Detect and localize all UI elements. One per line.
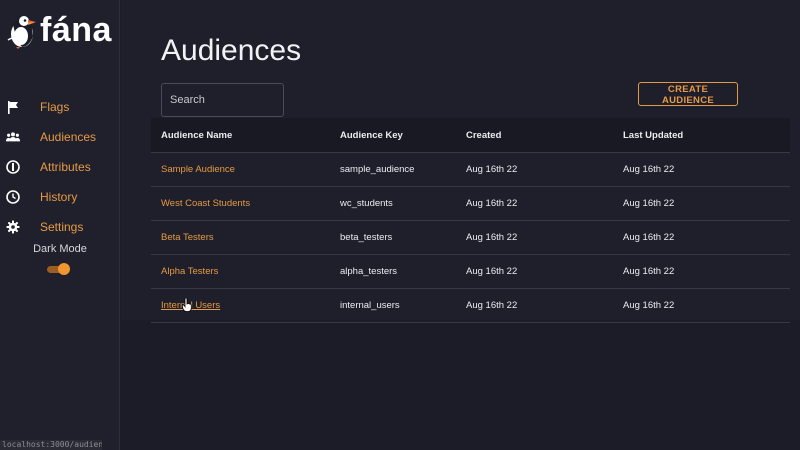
attributes-icon (6, 160, 20, 174)
created-date: Aug 16th 22 (466, 164, 518, 175)
main-content: Audiences CREATE AUDIENCE Audience Name … (121, 0, 800, 323)
sidebar: fána Flags Audiences Attributes History … (0, 0, 120, 450)
column-header-name[interactable]: Audience Name (151, 130, 340, 141)
table-row: Beta Testers beta_testers Aug 16th 22 Au… (151, 220, 790, 254)
sidebar-item-label: History (40, 190, 78, 204)
column-header-key[interactable]: Audience Key (340, 130, 466, 141)
sidebar-item-history[interactable]: History (0, 182, 120, 212)
sidebar-item-settings[interactable]: Settings (0, 212, 120, 242)
audience-key: beta_testers (340, 232, 393, 243)
status-bar-url: localhost:3000/audiences/9 (0, 440, 102, 450)
audience-key: sample_audience (340, 164, 415, 175)
search-input[interactable] (161, 83, 284, 117)
audience-name-link[interactable]: Beta Testers (161, 232, 214, 243)
updated-date: Aug 16th 22 (623, 198, 675, 209)
created-date: Aug 16th 22 (466, 232, 518, 243)
create-audience-button[interactable]: CREATE AUDIENCE (638, 82, 738, 106)
sidebar-nav: Flags Audiences Attributes History Setti… (0, 92, 120, 242)
table-row: Sample Audience sample_audience Aug 16th… (151, 152, 790, 186)
flag-icon (6, 100, 20, 114)
audience-key: internal_users (340, 300, 400, 311)
dark-mode-setting: Dark Mode (0, 243, 120, 275)
audience-name-link[interactable]: Alpha Testers (161, 266, 218, 277)
created-date: Aug 16th 22 (466, 266, 518, 277)
hand-cursor-icon (182, 298, 192, 312)
updated-date: Aug 16th 22 (623, 232, 675, 243)
created-date: Aug 16th 22 (466, 198, 518, 209)
puffin-icon (7, 16, 36, 49)
audience-key: alpha_testers (340, 266, 398, 277)
table-header: Audience Name Audience Key Created Last … (151, 118, 790, 152)
people-icon (6, 130, 20, 144)
audience-name-link[interactable]: Sample Audience (161, 164, 235, 175)
table-row: Alpha Testers alpha_testers Aug 16th 22 … (151, 254, 790, 288)
sidebar-item-label: Audiences (40, 130, 97, 144)
audience-key: wc_students (340, 198, 393, 209)
page-title: Audiences (161, 34, 302, 67)
clock-icon (6, 190, 20, 204)
created-date: Aug 16th 22 (466, 300, 518, 311)
logo-text: fána (40, 11, 112, 49)
sidebar-item-attributes[interactable]: Attributes (0, 152, 120, 182)
column-header-created[interactable]: Created (466, 130, 623, 141)
audience-name-link[interactable]: West Coast Students (161, 198, 250, 209)
dark-mode-label: Dark Mode (33, 243, 87, 255)
audiences-table: Audience Name Audience Key Created Last … (151, 118, 790, 323)
gear-icon (6, 220, 20, 234)
column-header-updated[interactable]: Last Updated (623, 130, 790, 141)
updated-date: Aug 16th 22 (623, 266, 675, 277)
toggle-knob (58, 263, 70, 275)
updated-date: Aug 16th 22 (623, 164, 675, 175)
sidebar-item-label: Settings (40, 220, 84, 234)
sidebar-item-audiences[interactable]: Audiences (0, 122, 120, 152)
sidebar-item-label: Attributes (40, 160, 91, 174)
dark-mode-toggle[interactable] (47, 263, 71, 275)
updated-date: Aug 16th 22 (623, 300, 675, 311)
sidebar-item-flags[interactable]: Flags (0, 92, 120, 122)
table-body: Sample Audience sample_audience Aug 16th… (151, 152, 790, 323)
table-row: West Coast Students wc_students Aug 16th… (151, 186, 790, 220)
sidebar-item-label: Flags (40, 100, 70, 114)
table-row: Internal Users internal_users Aug 16th 2… (151, 288, 790, 323)
logo[interactable]: fána (4, 8, 116, 52)
